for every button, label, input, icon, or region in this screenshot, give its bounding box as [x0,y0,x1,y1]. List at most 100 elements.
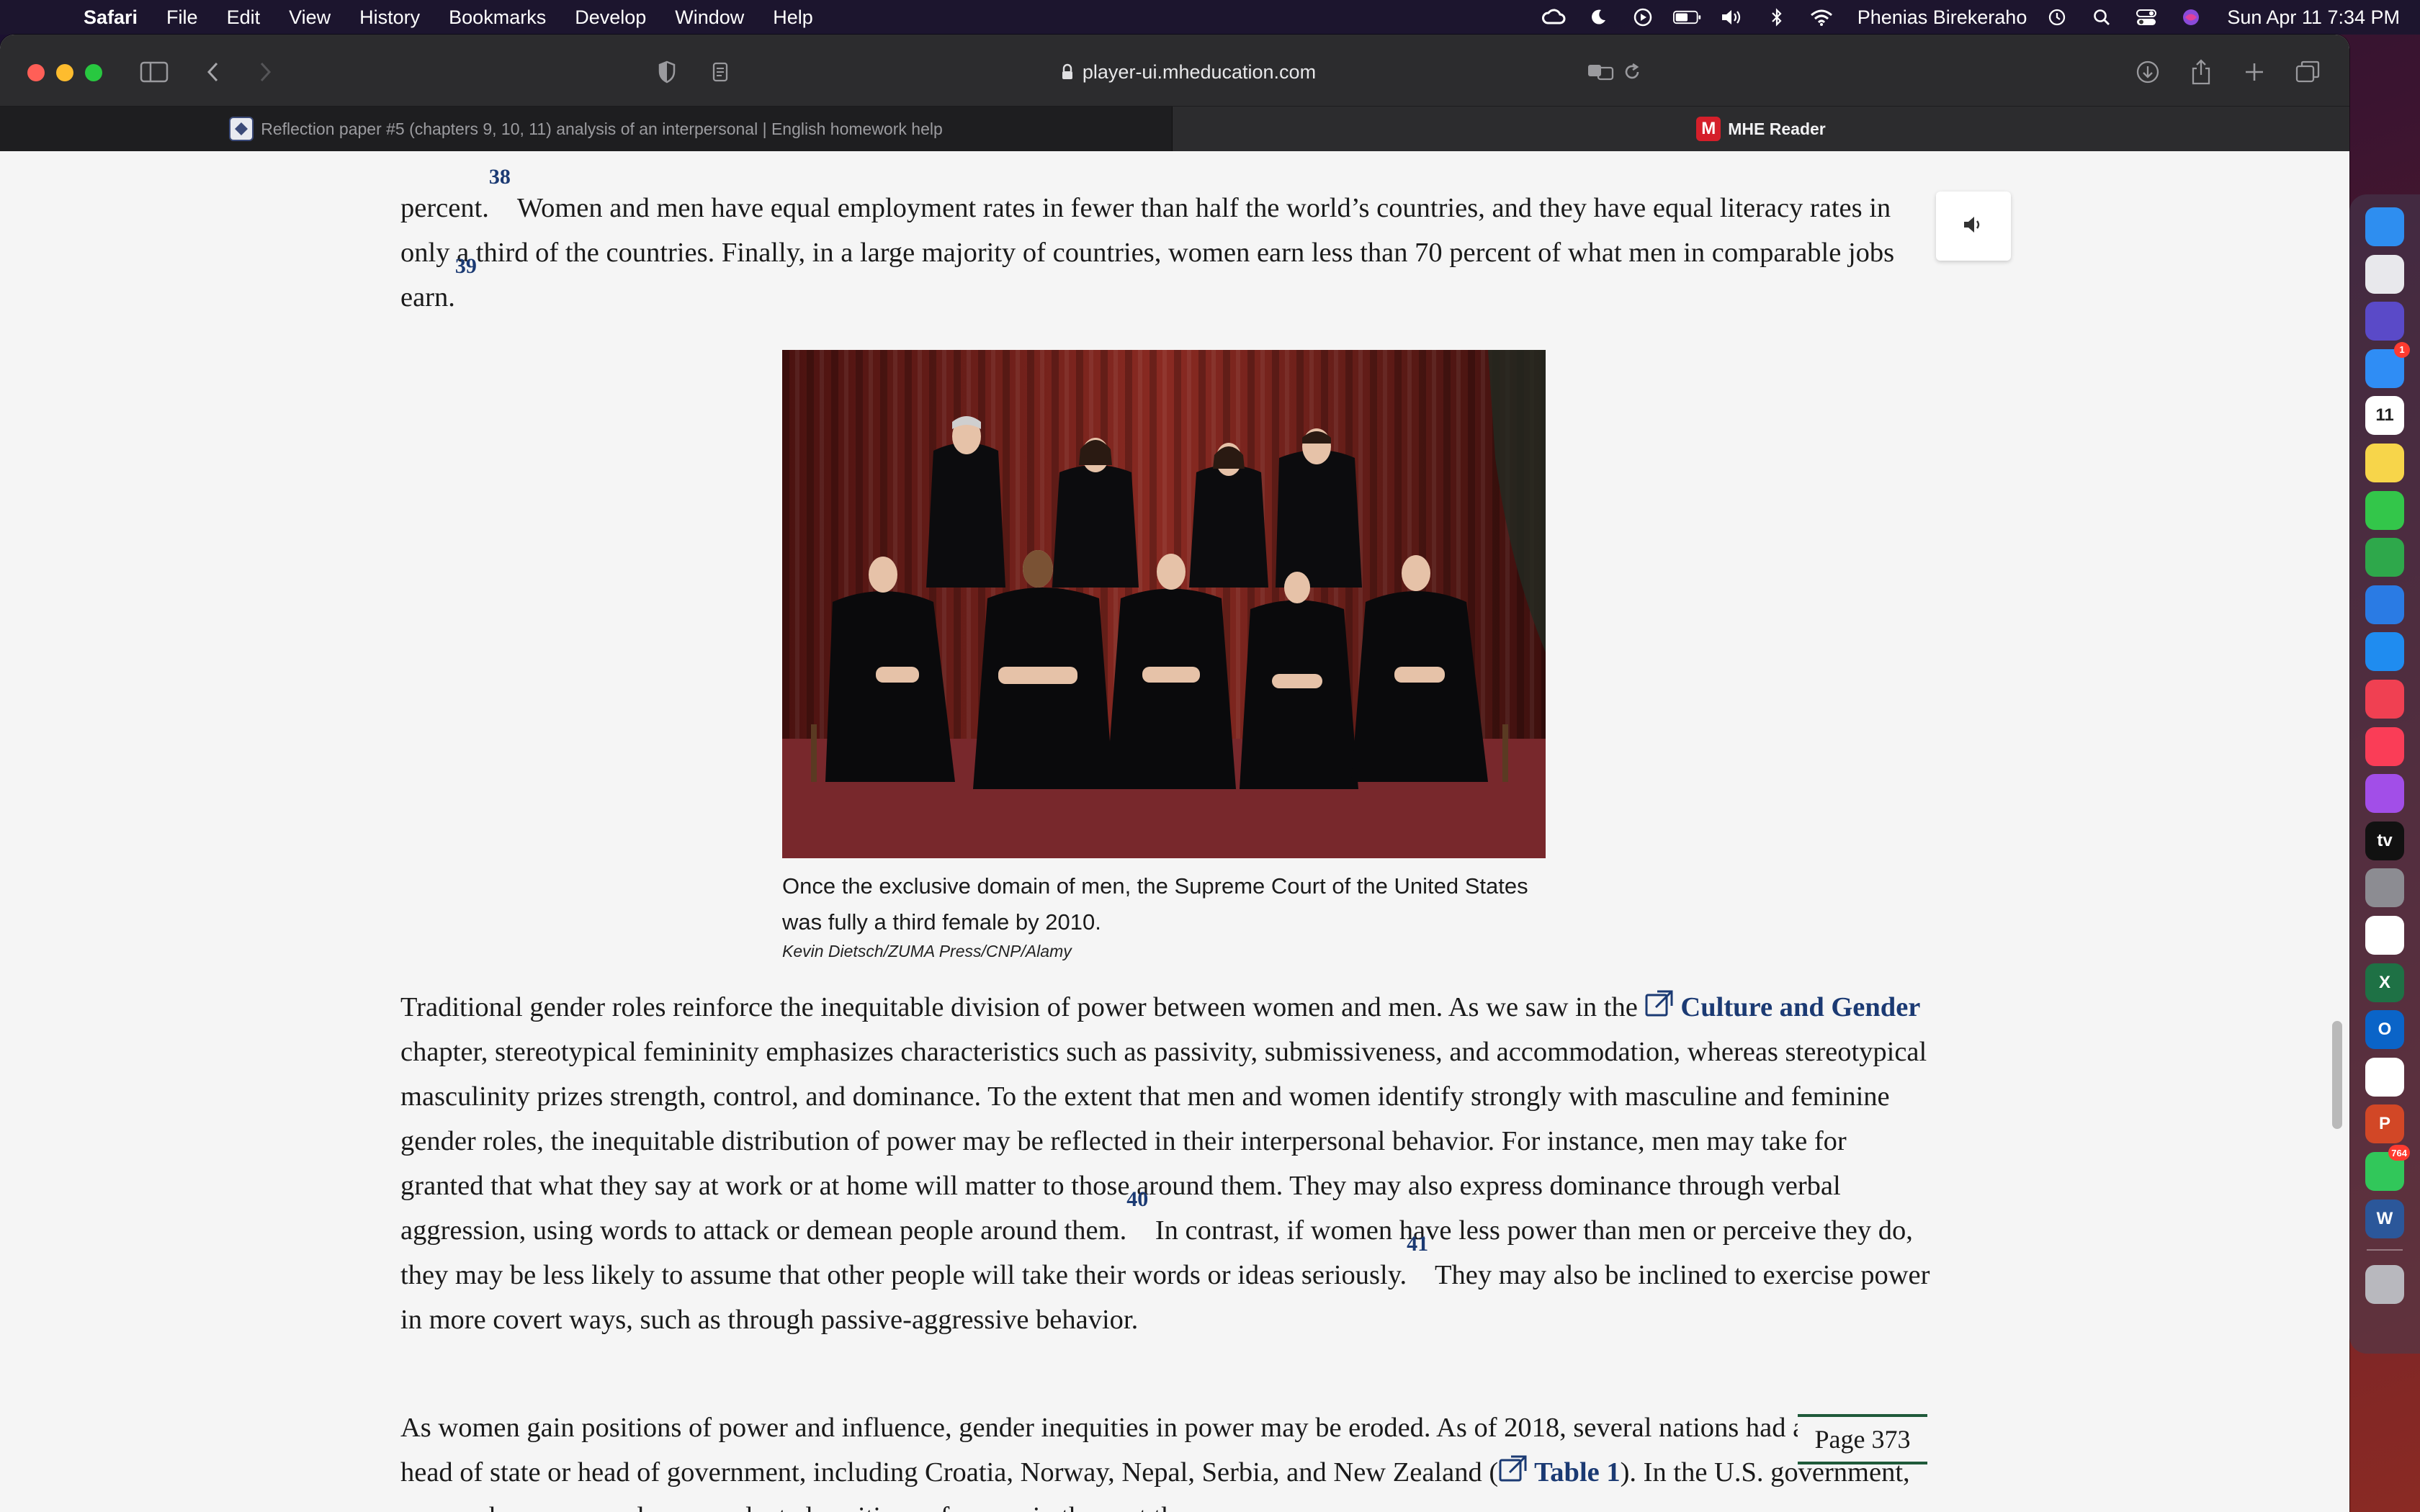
dock-mail-icon[interactable]: 1 [2365,341,2410,388]
dock-outlook-icon[interactable]: O [2365,1010,2404,1050]
menu-window[interactable]: Window [675,6,744,29]
bluetooth-icon[interactable] [1762,6,1791,28]
dock-word-icon[interactable]: W [2365,1199,2404,1238]
footnote-ref-41[interactable]: 41 [1407,1232,1428,1256]
supreme-court-justices-photo [782,350,1546,858]
dock-news-icon[interactable] [2365,680,2404,719]
dock-excel-icon[interactable]: X [2365,963,2404,1002]
translate-icon[interactable] [1585,56,1616,88]
control-center-icon[interactable] [2132,6,2161,28]
dock-system-preferences-icon[interactable] [2365,868,2404,908]
lock-icon [1061,63,1074,81]
time-machine-icon[interactable] [2043,6,2071,28]
menu-bar: Safari File Edit View History Bookmarks … [0,0,2420,35]
menu-edit[interactable]: Edit [227,6,261,29]
do-not-disturb-moon-icon[interactable] [1584,6,1613,28]
menu-help[interactable]: Help [773,6,813,29]
siri-icon[interactable] [2177,6,2205,28]
dock-finder-icon[interactable] [2365,207,2404,246]
dock-icon-label: W [2376,1208,2393,1228]
menu-file[interactable]: File [166,6,198,29]
dock-chrome-icon[interactable] [2365,1057,2404,1097]
dock-icon-label: O [2378,1020,2392,1040]
sidebar-toggle-icon[interactable] [137,56,171,88]
dock-notes-icon[interactable] [2365,444,2404,482]
downloads-icon[interactable] [2132,56,2164,88]
tab-title: MHE Reader [1728,119,1826,138]
tab-overview-icon[interactable] [2292,56,2323,88]
homework-site-favicon-icon [229,117,254,141]
volume-icon[interactable] [1718,6,1747,28]
dock-divider [2367,1249,2403,1251]
dock-siri-icon[interactable] [2365,302,2404,341]
dock-podcasts-icon[interactable] [2365,774,2404,814]
creative-cloud-icon[interactable] [1539,6,1568,28]
zoom-window-button[interactable] [85,64,102,81]
page-number-marker: Page 373 [1798,1414,1927,1464]
paragraph-women-power: As women gain positions of power and inf… [400,1413,1910,1512]
tab-reflection-paper[interactable]: Reflection paper #5 (chapters 9, 10, 11)… [0,107,1173,151]
address-bar[interactable]: player-ui.mheducation.com [965,53,1412,91]
speaker-icon [1961,214,1986,239]
dock-icon-label: 11 [2375,405,2394,426]
dock-icon-label: X [2378,972,2390,992]
privacy-shield-icon[interactable] [653,56,681,88]
dock-appletv-icon[interactable]: tv [2365,821,2404,860]
user-name[interactable]: Phenias Birekeraho [1857,6,2027,29]
dock-icon-label: P [2378,1114,2390,1134]
footnote-ref-38[interactable]: 38 [489,165,511,189]
scrollbar-thumb[interactable] [2332,1021,2342,1129]
dock-badge: 764 [2388,1145,2410,1161]
close-window-button[interactable] [27,64,45,81]
dock-calendar-icon[interactable]: 11 [2365,396,2404,436]
paragraph-employment-literacy: percent.38 Women and men have equal empl… [400,165,1895,313]
external-link-icon [1644,988,1675,1018]
reader-view-icon[interactable] [706,56,735,88]
dock-icon-label: tv [2377,830,2393,850]
figure-supreme-court: Once the exclusive domain of men, the Su… [782,350,1546,961]
reload-icon[interactable] [1618,56,1646,88]
title-bar: player-ui.mheducation.com [0,35,2349,107]
battery-icon[interactable] [1672,6,1702,28]
read-aloud-button[interactable] [1936,192,2011,261]
share-icon[interactable] [2185,56,2217,88]
dock-launchpad-icon[interactable] [2365,254,2404,294]
spotlight-search-icon[interactable] [2087,6,2116,28]
tab-bar: Reflection paper #5 (chapters 9, 10, 11)… [0,107,2349,151]
menu-history[interactable]: History [359,6,420,29]
footnote-ref-40[interactable]: 40 [1126,1187,1148,1211]
dock-safari-icon[interactable] [2365,632,2404,672]
dock-messages-icon[interactable]: 764 [2365,1145,2410,1191]
menu-app-safari[interactable]: Safari [84,6,138,29]
table-1-link[interactable]: Table 1 [1498,1455,1621,1488]
photo-credit: Kevin Dietsch/ZUMA Press/CNP/Alamy [782,942,1072,960]
dock-powerpoint-icon[interactable]: P [2365,1104,2404,1144]
menubar-clock[interactable]: Sun Apr 11 7:34 PM [2227,6,2400,29]
dock-facetime-icon[interactable] [2365,490,2404,530]
forward-chevron-icon[interactable] [251,56,279,88]
back-chevron-icon[interactable] [199,56,228,88]
menu-develop[interactable]: Develop [575,6,646,29]
tab-mhe-reader[interactable]: M MHE Reader [1173,107,2349,151]
now-playing-icon[interactable] [1628,6,1657,28]
dock-keynote-icon[interactable] [2365,585,2404,624]
menu-bookmarks[interactable]: Bookmarks [449,6,546,29]
dock-badge: 1 [2394,341,2410,358]
minimize-window-button[interactable] [56,64,73,81]
figure-caption: Once the exclusive domain of men, the Su… [782,873,1528,935]
new-tab-plus-icon[interactable] [2238,56,2270,88]
dock-music-icon[interactable] [2365,726,2404,766]
wifi-icon[interactable] [1807,6,1836,28]
dock-photos-icon[interactable] [2365,916,2404,955]
reader-content[interactable]: percent.38 Women and men have equal empl… [0,151,2349,1512]
url-text: player-ui.mheducation.com [1082,60,1317,83]
footnote-ref-39[interactable]: 39 [455,254,477,278]
culture-and-gender-link[interactable]: Culture and Gender [1644,990,1920,1022]
tab-title: Reflection paper #5 (chapters 9, 10, 11)… [261,119,943,138]
dock-numbers-icon[interactable] [2365,538,2404,577]
mcgraw-hill-favicon-icon: M [1696,117,1721,141]
dock: 1 11 tv X O P 764 W [2349,194,2420,1354]
dock-trash-icon[interactable] [2365,1265,2404,1305]
menu-view[interactable]: View [289,6,331,29]
safari-window: player-ui.mheducation.com Reflection pap… [0,35,2349,1512]
